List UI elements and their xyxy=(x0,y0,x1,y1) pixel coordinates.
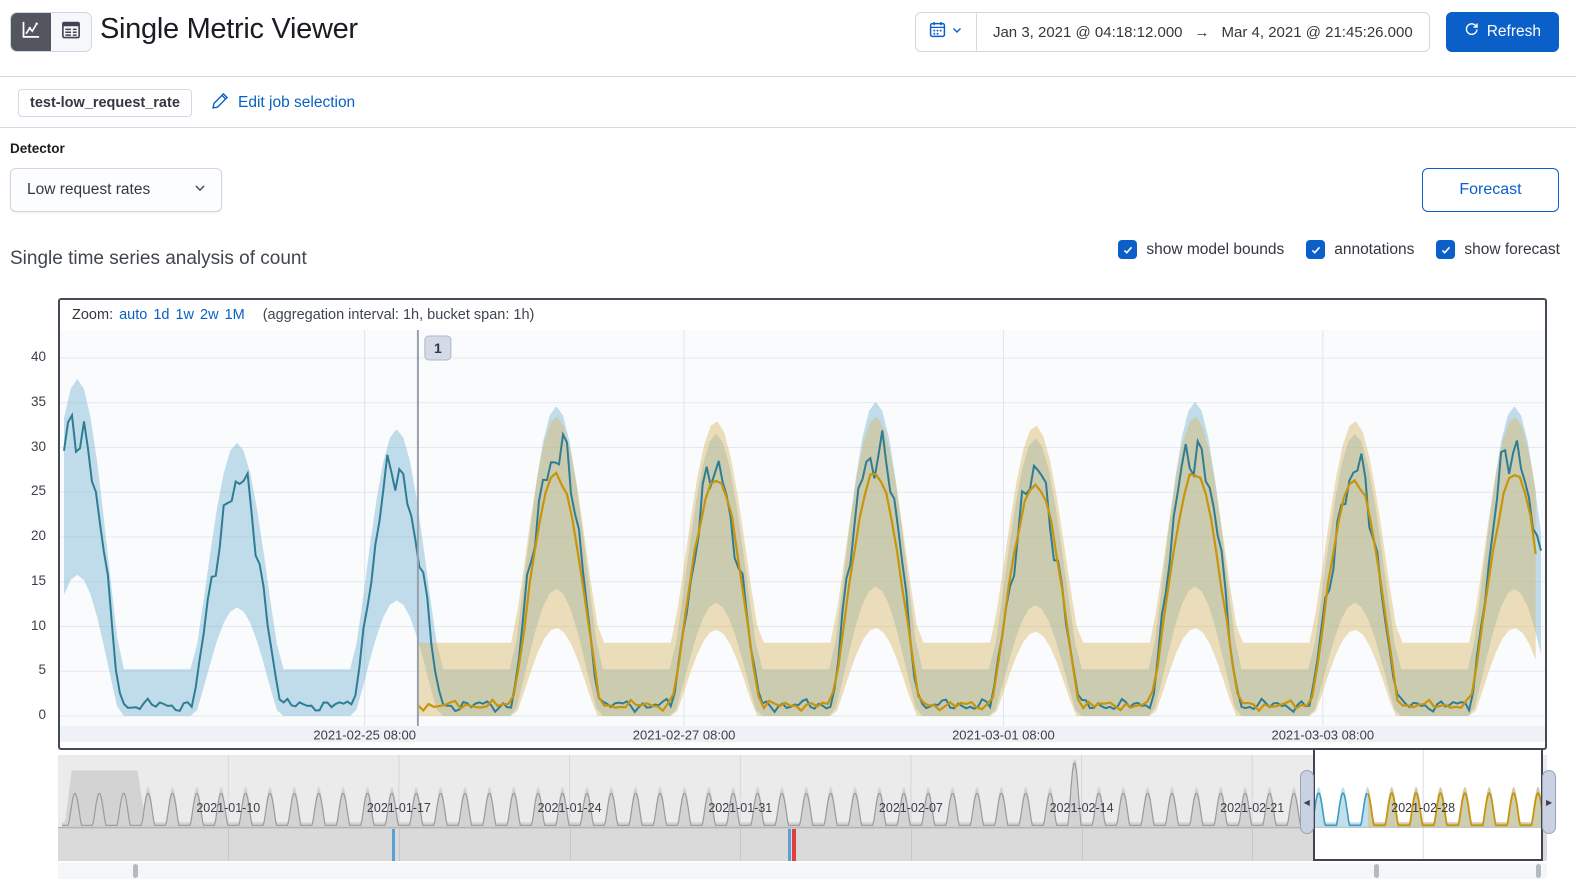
range-arrow-icon: → xyxy=(1194,23,1210,41)
swimlane-gridline xyxy=(228,829,230,861)
line-chart-icon xyxy=(21,20,41,45)
annotation-marker[interactable] xyxy=(392,829,396,861)
svg-text:2021-03-03 08:00: 2021-03-03 08:00 xyxy=(1271,728,1374,743)
toggle-label: annotations xyxy=(1334,240,1415,258)
top-bar: Single Metric Viewer Jan 3, 2021 @ 04:18… xyxy=(0,0,1576,77)
svg-text:2021-02-25 08:00: 2021-02-25 08:00 xyxy=(313,728,416,743)
svg-text:2021-01-31: 2021-01-31 xyxy=(708,801,772,815)
toggle-show-forecast[interactable]: show forecast xyxy=(1436,240,1560,259)
svg-text:2021-02-21: 2021-02-21 xyxy=(1220,801,1284,815)
zoom-link-1M[interactable]: 1M xyxy=(225,307,245,323)
y-axis-tick: 10 xyxy=(30,617,46,633)
svg-text:2021-01-24: 2021-01-24 xyxy=(538,801,602,815)
chart-view-button[interactable] xyxy=(11,13,51,51)
analysis-title: Single time series analysis of count xyxy=(10,248,307,269)
zoom-link-1d[interactable]: 1d xyxy=(153,307,169,323)
checkbox-checked-icon[interactable] xyxy=(1118,240,1138,259)
job-badge[interactable]: test-low_request_rate xyxy=(18,89,192,117)
time-selection-brush[interactable]: 2021-02-28 ◀ ▶ xyxy=(1299,748,1557,861)
pencil-icon xyxy=(212,92,229,114)
page-title: Single Metric Viewer xyxy=(100,13,358,45)
date-range-picker[interactable]: Jan 3, 2021 @ 04:18:12.000 → Mar 4, 2021… xyxy=(914,12,1430,52)
refresh-button[interactable]: Refresh xyxy=(1445,12,1559,52)
quick-select-button[interactable] xyxy=(916,13,977,51)
svg-text:2021-01-17: 2021-01-17 xyxy=(367,801,431,815)
zoom-bar: Zoom: auto 1d 1w 2w 1M (aggregation inte… xyxy=(60,300,1545,330)
timeseries-section: 0 5 10 15 20 25 30 35 40 Zoom: auto 1d 1w 2w 1M … xyxy=(0,298,1576,750)
time-controls: Jan 3, 2021 @ 04:18:12.000 → Mar 4, 2021… xyxy=(914,12,1559,52)
zoom-link-1w[interactable]: 1w xyxy=(175,307,194,323)
chevron-down-icon xyxy=(951,23,963,41)
y-axis-tick: 15 xyxy=(30,572,46,588)
view-toggle-group xyxy=(10,12,92,52)
footer-marker xyxy=(132,864,138,878)
y-axis-tick: 40 xyxy=(30,349,46,364)
navigator-footer-strip xyxy=(58,863,1547,879)
checkbox-checked-icon[interactable] xyxy=(1306,240,1326,259)
y-axis-tick: 0 xyxy=(38,707,46,722)
forecast-button[interactable]: Forecast xyxy=(1422,168,1559,212)
svg-text:2021-03-01 08:00: 2021-03-01 08:00 xyxy=(952,728,1055,743)
toggle-label: show forecast xyxy=(1464,240,1560,258)
svg-text:2021-02-07: 2021-02-07 xyxy=(879,801,943,815)
chevron-down-icon xyxy=(193,181,207,200)
annotation-marker[interactable] xyxy=(791,829,796,861)
selection-window-chart[interactable]: 2021-02-28 xyxy=(1314,750,1542,859)
selection-handle-left[interactable]: ◀ xyxy=(1299,770,1314,834)
table-view-button[interactable] xyxy=(51,13,91,51)
context-navigator: 2021-01-10 2021-01-17 2021-01-24 2021-01-31… xyxy=(58,748,1557,879)
swimlane-gridline xyxy=(1081,829,1083,861)
footer-marker xyxy=(1535,864,1541,878)
calendar-icon xyxy=(929,21,946,43)
timeseries-plot[interactable]: 1 2021-02-25 08:00 2021-02-27 08:00 2021-03… xyxy=(60,330,1545,743)
job-bar: test-low_request_rate Edit job selection xyxy=(0,78,1576,128)
date-range-values: Jan 3, 2021 @ 04:18:12.000 → Mar 4, 2021… xyxy=(977,24,1429,41)
swimlane-gridline xyxy=(1252,829,1254,861)
detector-label: Detector xyxy=(10,141,65,156)
toggle-annotations[interactable]: annotations xyxy=(1306,240,1414,259)
start-date[interactable]: Jan 3, 2021 @ 04:18:12.000 xyxy=(993,24,1183,41)
swimlane-gridline xyxy=(740,829,742,861)
edit-job-selection-link[interactable]: Edit job selection xyxy=(212,92,355,114)
y-axis-tick: 20 xyxy=(30,528,46,543)
y-axis-tick: 25 xyxy=(30,483,46,499)
footer-marker xyxy=(1373,864,1379,878)
toggle-show-model-bounds[interactable]: show model bounds xyxy=(1118,240,1284,259)
swimlane-gridline xyxy=(569,829,571,861)
detector-value: Low request rates xyxy=(27,181,151,198)
y-axis-tick: 5 xyxy=(38,662,46,678)
timeseries-chart-frame: Zoom: auto 1d 1w 2w 1M (aggregation inte… xyxy=(58,298,1547,750)
edit-link-label: Edit job selection xyxy=(238,94,356,111)
refresh-icon xyxy=(1464,22,1479,42)
svg-text:2021-01-10: 2021-01-10 xyxy=(196,801,260,815)
chart-toggles: show model bounds annotations show forec… xyxy=(1118,240,1560,259)
end-date[interactable]: Mar 4, 2021 @ 21:45:26.000 xyxy=(1222,24,1413,41)
swimlane-gridline xyxy=(910,829,912,861)
detector-controls: Detector Low request rates Forecast xyxy=(0,129,1576,239)
data-table-icon xyxy=(61,20,81,45)
y-axis-tick: 30 xyxy=(30,438,46,454)
single-metric-viewer-page: Single Metric Viewer Jan 3, 2021 @ 04:18… xyxy=(0,0,1576,879)
zoom-link-2w[interactable]: 2w xyxy=(200,307,219,323)
checkbox-checked-icon[interactable] xyxy=(1436,240,1456,259)
svg-text:2021-02-14: 2021-02-14 xyxy=(1050,801,1114,815)
svg-text:2021-02-27 08:00: 2021-02-27 08:00 xyxy=(633,728,736,743)
detector-select[interactable]: Low request rates xyxy=(10,168,222,212)
svg-text:2021-02-28: 2021-02-28 xyxy=(1391,801,1455,815)
aggregation-detail: (aggregation interval: 1h, bucket span: … xyxy=(262,307,535,323)
zoom-label: Zoom: xyxy=(72,307,114,323)
y-axis-tick: 35 xyxy=(30,393,46,409)
refresh-label: Refresh xyxy=(1486,23,1541,40)
svg-text:1: 1 xyxy=(434,340,442,356)
zoom-link-auto[interactable]: auto xyxy=(119,307,147,323)
selection-handle-right[interactable]: ▶ xyxy=(1542,770,1557,834)
toggle-label: show model bounds xyxy=(1146,240,1285,258)
annotation-marker[interactable] xyxy=(787,829,791,861)
swimlane-gridline xyxy=(398,829,400,861)
